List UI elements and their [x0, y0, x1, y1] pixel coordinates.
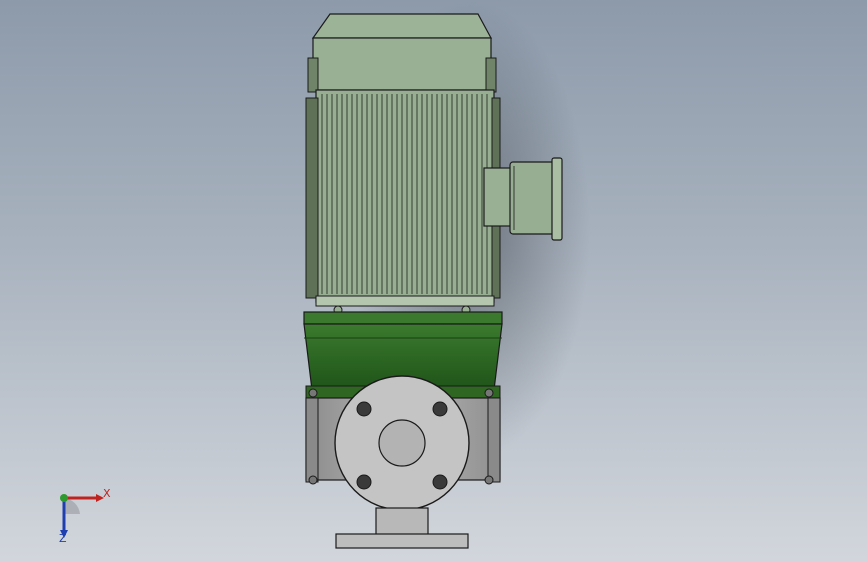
- motor-top-cap: [307, 13, 497, 93]
- axis-z-label: Z: [59, 532, 67, 545]
- axis-x-label: X: [103, 487, 111, 500]
- coordinate-triad-icon: X Z: [50, 484, 120, 546]
- motor-body: [305, 89, 501, 315]
- pump-base: [335, 507, 469, 549]
- pump-model[interactable]: [0, 0, 867, 562]
- discharge-flange: [334, 375, 470, 511]
- 3d-viewport[interactable]: X Z: [0, 0, 867, 562]
